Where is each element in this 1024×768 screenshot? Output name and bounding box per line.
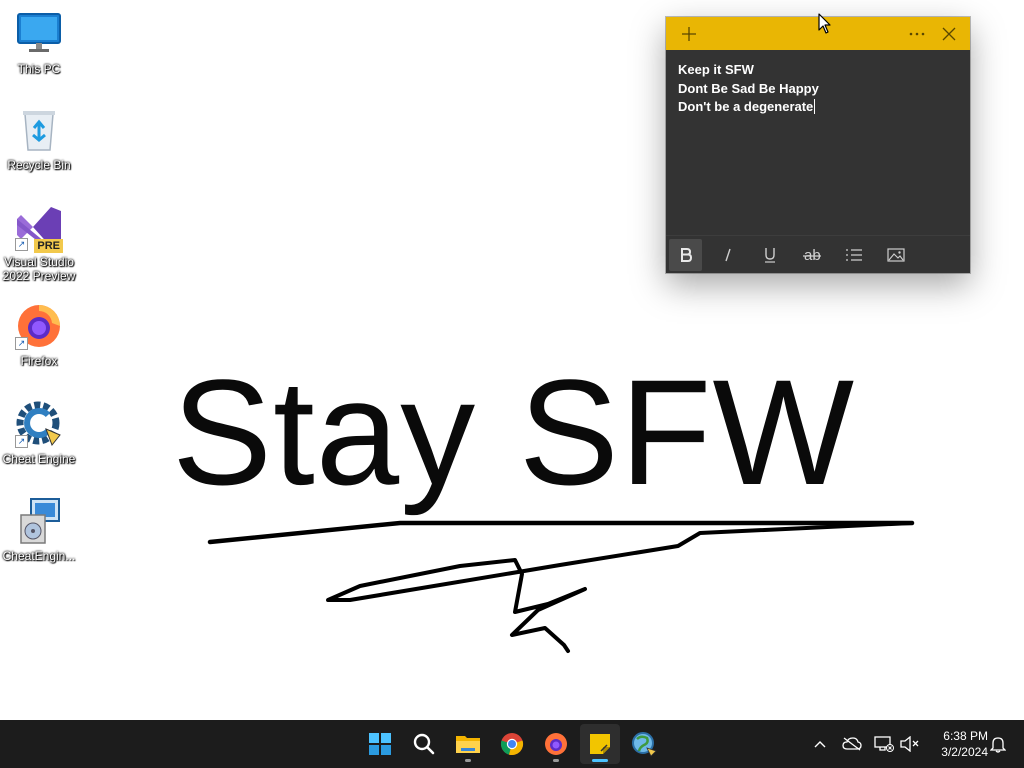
clock-time: 6:38 PM — [943, 729, 988, 743]
taskbar-firefox[interactable] — [536, 724, 576, 764]
desktop-icon-label: Cheat Engine — [2, 452, 76, 466]
preview-badge: PRE — [34, 239, 63, 253]
start-button[interactable] — [360, 724, 400, 764]
show-hidden-icons-button[interactable] — [808, 732, 832, 756]
svg-text:ab: ab — [804, 247, 821, 263]
note-line: Dont Be Sad Be Happy — [678, 80, 819, 96]
network-disconnected-icon — [874, 736, 894, 752]
text-caret — [814, 99, 816, 114]
sticky-note-window[interactable]: Keep it SFW Dont Be Sad Be Happy Don't b… — [666, 17, 970, 273]
clock-date: 3/2/2024 — [941, 745, 988, 759]
plus-icon — [682, 26, 696, 41]
running-indicator — [592, 759, 608, 762]
bullet-list-icon — [845, 248, 862, 261]
desktop-icon-this-pc[interactable]: This PC — [4, 10, 74, 76]
volume-tray-button[interactable] — [898, 732, 922, 756]
cloud-offline-icon — [842, 737, 862, 751]
search-icon — [413, 733, 435, 755]
volume-muted-icon — [900, 736, 919, 752]
desktop-icon-label: This PC — [17, 62, 61, 76]
desktop-icon-recycle-bin[interactable]: Recycle Bin — [4, 106, 74, 172]
sticky-notes-icon — [590, 734, 610, 754]
desktop-icon-label: CheatEngin... — [2, 549, 76, 563]
onedrive-tray-button[interactable] — [840, 732, 864, 756]
network-tray-button[interactable] — [872, 732, 896, 756]
firefox-icon: ↗ — [15, 302, 63, 350]
italic-button[interactable] — [711, 239, 744, 271]
desktop-icon-label: Recycle Bin — [7, 158, 71, 172]
notifications-button[interactable] — [986, 732, 1010, 756]
bullet-list-button[interactable] — [837, 239, 870, 271]
search-button[interactable] — [404, 724, 444, 764]
recycle-bin-icon — [15, 106, 63, 154]
taskbar-sticky-notes[interactable] — [580, 724, 620, 764]
underline-icon — [764, 247, 775, 263]
mouse-cursor-icon — [818, 13, 831, 34]
note-line: Keep it SFW — [678, 62, 754, 77]
bold-button[interactable] — [669, 238, 702, 271]
wallpaper-text: Stay SFW — [172, 348, 856, 516]
new-note-button[interactable] — [674, 19, 704, 49]
taskbar-chrome[interactable] — [492, 724, 532, 764]
taskbar-file-explorer[interactable] — [448, 724, 488, 764]
taskbar: 6:38 PM 3/2/2024 — [0, 720, 1024, 768]
close-icon — [942, 27, 956, 40]
note-line: Don't be a degenerate — [678, 99, 814, 114]
start-icon — [369, 733, 391, 755]
insert-image-button[interactable] — [879, 239, 912, 271]
desktop-icon-firefox[interactable]: ↗ Firefox — [4, 302, 74, 368]
file-explorer-icon — [456, 736, 480, 753]
close-note-button[interactable] — [934, 19, 964, 49]
monitor-icon — [15, 10, 63, 58]
more-options-button[interactable] — [902, 19, 932, 49]
desktop-icon-cheat-engine-installer[interactable]: CheatEngin... — [2, 497, 76, 563]
note-text-area[interactable]: Keep it SFW Dont Be Sad Be Happy Don't b… — [666, 50, 970, 235]
desktop-icon-label: Firefox — [20, 354, 58, 368]
running-indicator — [553, 759, 559, 762]
image-icon — [886, 247, 905, 262]
cheat-engine-icon — [632, 732, 657, 757]
bold-icon — [680, 247, 692, 262]
desktop-icon-visual-studio-preview[interactable]: PRE ↗ Visual Studio 2022 Preview — [2, 203, 76, 283]
taskbar-clock[interactable]: 6:38 PM 3/2/2024 — [926, 728, 988, 760]
cheat-engine-icon: ↗ — [15, 400, 63, 448]
underline-button[interactable] — [753, 239, 786, 271]
desktop-icon-cheat-engine[interactable]: ↗ Cheat Engine — [2, 400, 76, 466]
shortcut-arrow-icon: ↗ — [15, 238, 28, 251]
note-format-toolbar: ab — [666, 235, 970, 273]
running-indicator — [465, 759, 471, 762]
chevron-up-icon — [814, 741, 826, 748]
installer-icon — [15, 497, 63, 545]
firefox-icon — [545, 733, 567, 755]
visual-studio-preview-icon: PRE ↗ — [15, 203, 63, 253]
bell-icon — [990, 737, 1006, 753]
taskbar-cheat-engine[interactable] — [624, 724, 664, 764]
chrome-icon — [500, 733, 524, 756]
ellipsis-icon — [909, 32, 925, 35]
strikethrough-button[interactable]: ab — [795, 239, 828, 271]
strikethrough-icon: ab — [802, 247, 821, 263]
italic-icon — [724, 248, 731, 261]
shortcut-arrow-icon: ↗ — [15, 435, 28, 448]
shortcut-arrow-icon: ↗ — [15, 337, 28, 350]
desktop-icon-label: Visual Studio 2022 Preview — [2, 255, 76, 283]
